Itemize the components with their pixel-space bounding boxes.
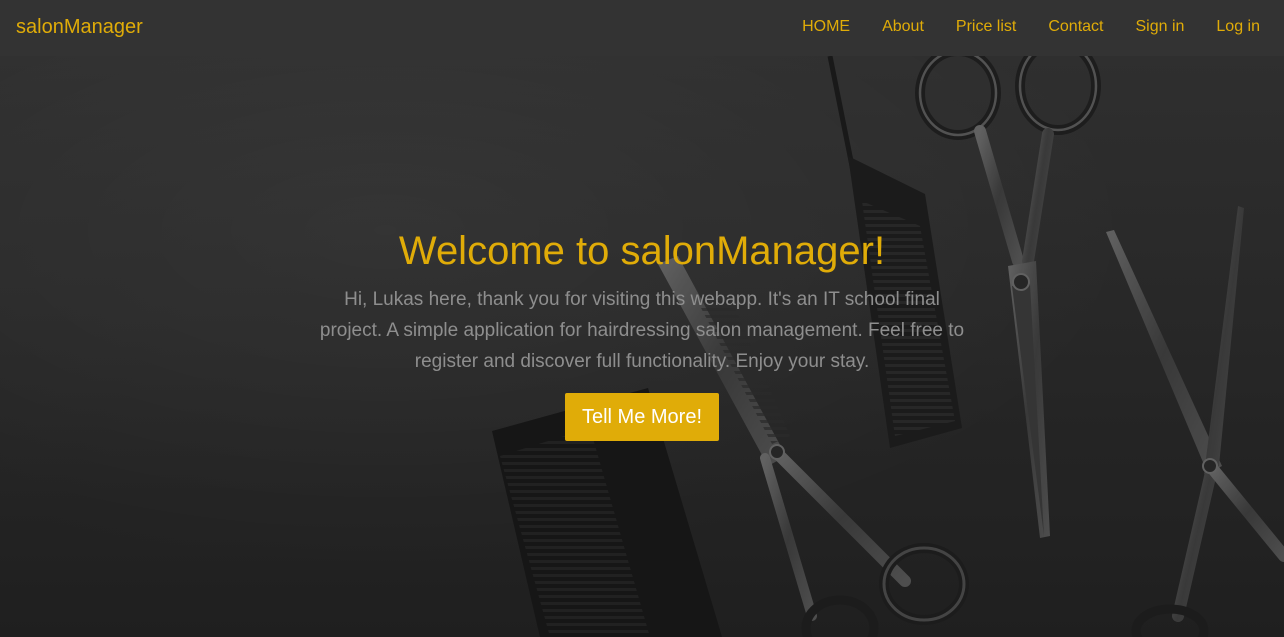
brand-logo-link[interactable]: salonManager	[16, 16, 143, 39]
nav-link-sign-in[interactable]: Sign in	[1135, 17, 1184, 37]
nav-link-home[interactable]: HOME	[802, 17, 850, 37]
hero-section: Welcome to salonManager! Hi, Lukas here,…	[0, 56, 1284, 637]
nav-links: HOME About Price list Contact Sign in Lo…	[770, 17, 1260, 37]
tell-me-more-button[interactable]: Tell Me More!	[564, 393, 720, 441]
nav-link-contact[interactable]: Contact	[1048, 17, 1103, 37]
navbar: salonManager HOME About Price list Conta…	[0, 0, 1284, 56]
nav-link-about[interactable]: About	[882, 17, 924, 37]
nav-link-price-list[interactable]: Price list	[956, 17, 1016, 37]
hero-content: Welcome to salonManager! Hi, Lukas here,…	[0, 228, 1284, 441]
hero-subtitle: Hi, Lukas here, thank you for visiting t…	[319, 289, 965, 372]
nav-link-log-in[interactable]: Log in	[1216, 17, 1260, 37]
hero-title: Welcome to salonManager!	[398, 229, 886, 273]
